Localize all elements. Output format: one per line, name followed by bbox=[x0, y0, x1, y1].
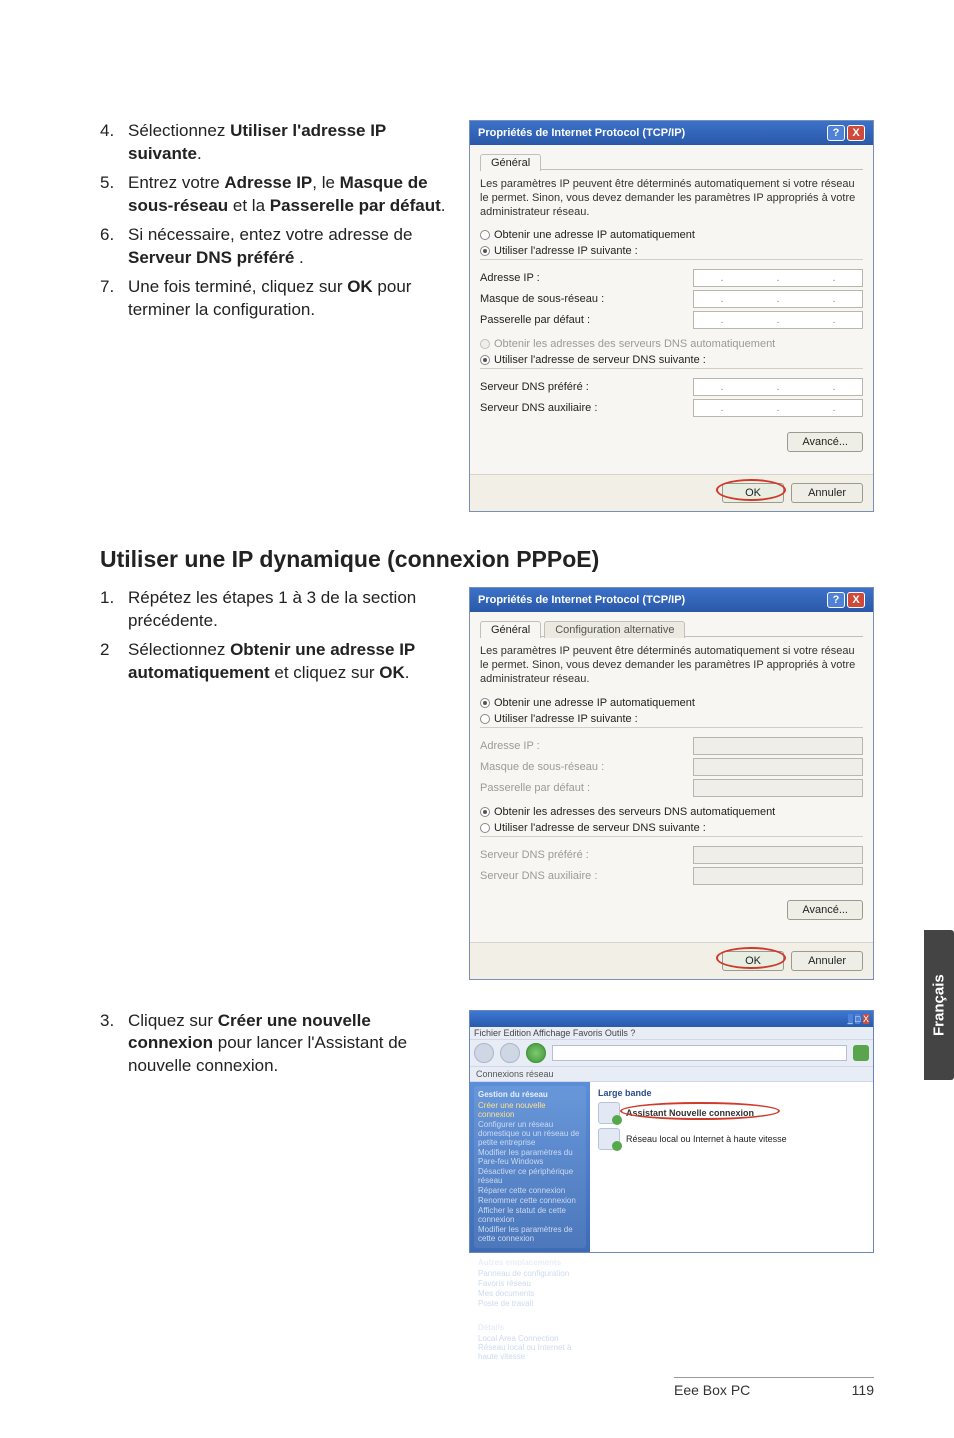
wizard-icon bbox=[598, 1102, 620, 1124]
task-label: Réseau local ou Internet à haute vitesse bbox=[626, 1134, 787, 1144]
step-4: 4.Sélectionnez Utiliser l'adresse IP sui… bbox=[100, 120, 451, 166]
radio-use-dns[interactable]: Utiliser l'adresse de serveur DNS suivan… bbox=[480, 822, 863, 834]
main-pane: Large bande Assistant Nouvelle connexion… bbox=[590, 1082, 873, 1252]
field-dns2: Serveur DNS auxiliaire : bbox=[480, 867, 863, 885]
sidebar-item[interactable]: Mes documents bbox=[478, 1289, 582, 1298]
field-dns2[interactable]: Serveur DNS auxiliaire :... bbox=[480, 399, 863, 417]
step-6: 6.Si nécessaire, entez votre adresse de … bbox=[100, 224, 451, 270]
dialog-desc: Les paramètres IP peuvent être déterminé… bbox=[480, 645, 863, 686]
task-highlight-oval bbox=[620, 1102, 780, 1120]
radio-auto-dns[interactable]: Obtenir les adresses des serveurs DNS au… bbox=[480, 806, 863, 818]
page-footer: Eee Box PC 119 bbox=[674, 1377, 874, 1398]
radio-use-ip[interactable]: Utiliser l'adresse IP suivante : bbox=[480, 245, 863, 257]
address-bar[interactable] bbox=[552, 1045, 847, 1061]
menu-bar[interactable]: Fichier Edition Affichage Favoris Outils… bbox=[470, 1027, 873, 1040]
tab-alt-config[interactable]: Configuration alternative bbox=[544, 621, 685, 638]
dialog-titlebar: Propriétés de Internet Protocol (TCP/IP)… bbox=[470, 588, 873, 612]
steps-list-b: 1.Répétez les étapes 1 à 3 de la section… bbox=[100, 587, 451, 685]
sidebar-item[interactable]: Afficher le statut de cette connexion bbox=[478, 1206, 582, 1224]
tcpip-dialog-auto: Propriétés de Internet Protocol (TCP/IP)… bbox=[469, 587, 874, 979]
radio-use-ip[interactable]: Utiliser l'adresse IP suivante : bbox=[480, 713, 863, 725]
task-new-connection[interactable]: Assistant Nouvelle connexion bbox=[598, 1102, 865, 1124]
field-ip: Adresse IP : bbox=[480, 737, 863, 755]
dialog-titlebar: Propriétés de Internet Protocol (TCP/IP)… bbox=[470, 121, 873, 145]
field-dns1: Serveur DNS préféré : bbox=[480, 846, 863, 864]
field-gateway[interactable]: Passerelle par défaut :... bbox=[480, 311, 863, 329]
step-5: 5.Entrez votre Adresse IP, le Masque de … bbox=[100, 172, 451, 218]
tcpip-dialog-static: Propriétés de Internet Protocol (TCP/IP)… bbox=[469, 120, 874, 512]
step-1: 1.Répétez les étapes 1 à 3 de la section… bbox=[100, 587, 451, 633]
cancel-button[interactable]: Annuler bbox=[791, 483, 863, 503]
ok-highlight-oval bbox=[716, 947, 786, 969]
step-7: 7.Une fois terminé, cliquez sur OK pour … bbox=[100, 276, 451, 322]
radio-auto-ip[interactable]: Obtenir une adresse IP automatiquement bbox=[480, 697, 863, 709]
dialog-title: Propriétés de Internet Protocol (TCP/IP) bbox=[478, 594, 685, 606]
help-icon[interactable]: ? bbox=[827, 125, 845, 141]
task-lan[interactable]: Réseau local ou Internet à haute vitesse bbox=[598, 1128, 865, 1150]
sidebar-item[interactable]: Panneau de configuration bbox=[478, 1269, 582, 1278]
field-dns1[interactable]: Serveur DNS préféré :... bbox=[480, 378, 863, 396]
tab-general[interactable]: Général bbox=[480, 621, 541, 638]
toolbar bbox=[470, 1040, 873, 1067]
maximize-icon[interactable]: □ bbox=[855, 1014, 860, 1024]
close-icon[interactable]: X bbox=[847, 125, 865, 141]
dialog-title: Propriétés de Internet Protocol (TCP/IP) bbox=[478, 127, 685, 139]
sidebar: Gestion du réseau Créer une nouvelle con… bbox=[470, 1082, 590, 1252]
footer-page-number: 119 bbox=[852, 1382, 874, 1398]
network-icon bbox=[598, 1128, 620, 1150]
forward-icon[interactable] bbox=[500, 1043, 520, 1063]
sidebar-item[interactable]: Modifier les paramètres de cette connexi… bbox=[478, 1225, 582, 1243]
network-connections-window: _ □ X Fichier Edition Affichage Favoris … bbox=[469, 1010, 874, 1253]
sidebar-item[interactable]: Désactiver ce périphérique réseau bbox=[478, 1167, 582, 1185]
sidebar-item[interactable]: Poste de travail bbox=[478, 1299, 582, 1308]
go-icon[interactable] bbox=[853, 1045, 869, 1061]
field-mask[interactable]: Masque de sous-réseau :... bbox=[480, 290, 863, 308]
sidebar-item[interactable]: Modifier les paramètres du Pare-feu Wind… bbox=[478, 1148, 582, 1166]
step-3: 3.Cliquez sur Créer une nouvelle connexi… bbox=[100, 1010, 451, 1079]
location-bar: Connexions réseau bbox=[470, 1067, 873, 1082]
advanced-button[interactable]: Avancé... bbox=[787, 900, 863, 920]
close-icon[interactable]: X bbox=[847, 592, 865, 608]
minimize-icon[interactable]: _ bbox=[848, 1014, 853, 1024]
back-icon[interactable] bbox=[474, 1043, 494, 1063]
radio-auto-ip[interactable]: Obtenir une adresse IP automatiquement bbox=[480, 229, 863, 241]
tab-general[interactable]: Général bbox=[480, 154, 541, 171]
sidebar-item-new-connection[interactable]: Créer une nouvelle connexion bbox=[478, 1101, 582, 1119]
field-mask: Masque de sous-réseau : bbox=[480, 758, 863, 776]
sidebar-item[interactable]: Configurer un réseau domestique ou un ré… bbox=[478, 1120, 582, 1147]
sidebar-details: Local Area Connection Réseau local ou In… bbox=[478, 1334, 582, 1361]
cancel-button[interactable]: Annuler bbox=[791, 951, 863, 971]
sidebar-group-header: Autres emplacements bbox=[478, 1258, 582, 1267]
steps-list-a: 4.Sélectionnez Utiliser l'adresse IP sui… bbox=[100, 120, 451, 322]
sidebar-item[interactable]: Réparer cette connexion bbox=[478, 1186, 582, 1195]
dialog-desc: Les paramètres IP peuvent être déterminé… bbox=[480, 178, 863, 219]
field-gateway: Passerelle par défaut : bbox=[480, 779, 863, 797]
field-ip[interactable]: Adresse IP :... bbox=[480, 269, 863, 287]
language-tab: Français bbox=[924, 930, 954, 1080]
radio-use-dns[interactable]: Utiliser l'adresse de serveur DNS suivan… bbox=[480, 354, 863, 366]
advanced-button[interactable]: Avancé... bbox=[787, 432, 863, 452]
window-titlebar: _ □ X bbox=[470, 1011, 873, 1027]
up-icon[interactable] bbox=[526, 1043, 546, 1063]
close-icon[interactable]: X bbox=[863, 1014, 869, 1024]
help-icon[interactable]: ? bbox=[827, 592, 845, 608]
radio-auto-dns: Obtenir les adresses des serveurs DNS au… bbox=[480, 338, 863, 350]
step-2: 2Sélectionnez Obtenir une adresse IP aut… bbox=[100, 639, 451, 685]
sidebar-item[interactable]: Favoris réseau bbox=[478, 1279, 582, 1288]
footer-model: Eee Box PC bbox=[674, 1382, 750, 1398]
sidebar-item[interactable]: Renommer cette connexion bbox=[478, 1196, 582, 1205]
category-header: Large bande bbox=[598, 1088, 865, 1098]
sidebar-group-header: Détails bbox=[478, 1323, 582, 1332]
sidebar-group-header: Gestion du réseau bbox=[478, 1090, 582, 1099]
section-title: Utiliser une IP dynamique (connexion PPP… bbox=[100, 546, 874, 573]
steps-list-c: 3.Cliquez sur Créer une nouvelle connexi… bbox=[100, 1010, 451, 1079]
